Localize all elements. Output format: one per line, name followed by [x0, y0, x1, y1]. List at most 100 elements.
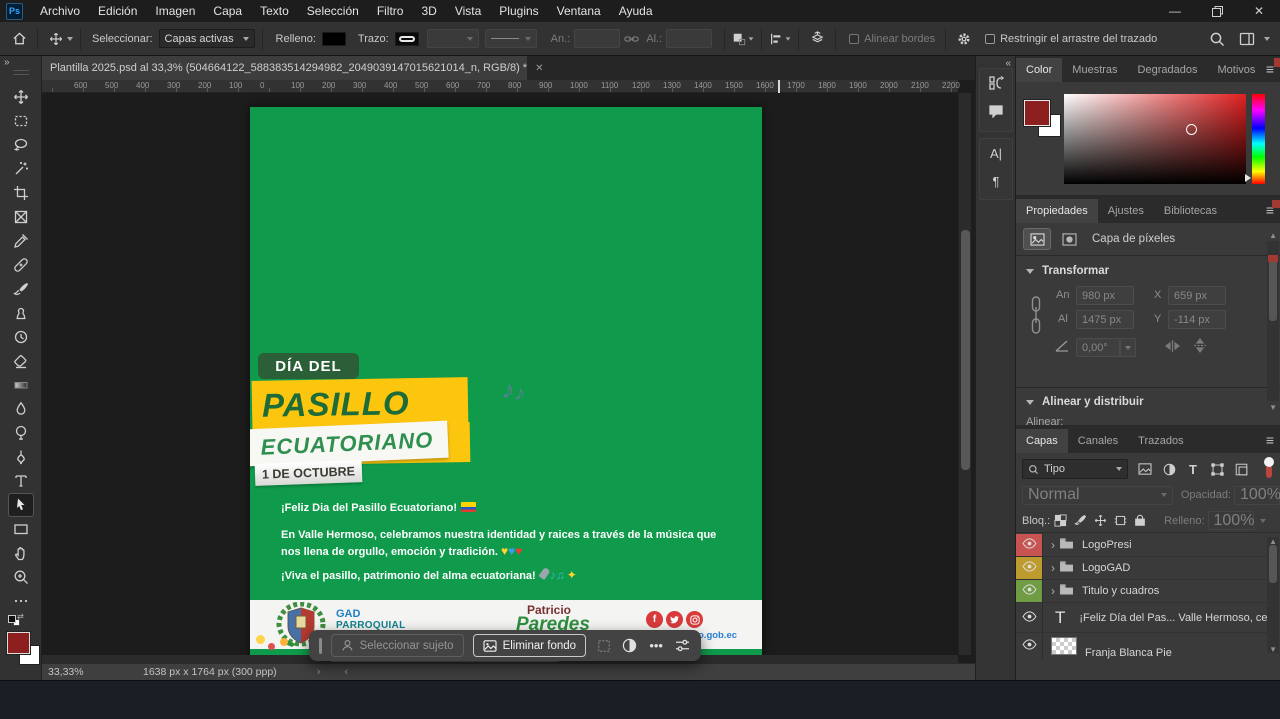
filter-smart-objects-icon[interactable]: [1230, 459, 1252, 479]
tab-muestras[interactable]: Muestras: [1062, 58, 1127, 82]
frame-tool[interactable]: [9, 206, 33, 228]
menu-3d[interactable]: 3D: [412, 4, 445, 18]
tab-propiedades[interactable]: Propiedades: [1016, 199, 1098, 223]
width-value[interactable]: 980 px: [1076, 286, 1134, 305]
layer-row[interactable]: › LogoGAD: [1016, 557, 1268, 580]
document-tab[interactable]: Plantilla 2025.psd al 33,3% (504664122_5…: [42, 56, 527, 80]
minimize-button[interactable]: —: [1154, 0, 1196, 22]
filter-adjustment-layers-icon[interactable]: [1158, 459, 1180, 479]
eyedropper-tool[interactable]: [9, 230, 33, 252]
brush-tool[interactable]: [9, 278, 33, 300]
layers-scrollbar[interactable]: [1267, 537, 1279, 653]
menu-capa[interactable]: Capa: [204, 4, 251, 18]
flip-horizontal-icon[interactable]: [1164, 339, 1181, 353]
hand-tool[interactable]: [9, 542, 33, 564]
tab-canales[interactable]: Canales: [1068, 429, 1128, 453]
stroke-width-dropdown[interactable]: [427, 29, 479, 48]
gear-icon[interactable]: [953, 28, 975, 50]
pixel-layer-icon[interactable]: [1024, 229, 1050, 249]
height-value[interactable]: 1475 px: [1076, 310, 1134, 329]
layer-row[interactable]: Franja Blanca Pie: [1016, 633, 1268, 659]
lasso-tool[interactable]: [9, 134, 33, 156]
flip-vertical-icon[interactable]: [1192, 337, 1208, 354]
tab-bibliotecas[interactable]: Bibliotecas: [1154, 199, 1227, 223]
gradient-tool[interactable]: [9, 374, 33, 396]
align-section-header[interactable]: Alinear y distribuir: [1016, 388, 1280, 408]
link-wh-icon[interactable]: [1030, 295, 1042, 335]
object-selection-tool[interactable]: [9, 158, 33, 180]
y-value[interactable]: -114 px: [1168, 310, 1226, 329]
color-cursor[interactable]: [1186, 124, 1197, 135]
path-arrangement-icon[interactable]: [806, 28, 828, 50]
menu-archivo[interactable]: Archivo: [31, 4, 89, 18]
character-panel-icon[interactable]: A|: [980, 139, 1012, 167]
menu-selección[interactable]: Selección: [298, 4, 368, 18]
hue-slider[interactable]: [1252, 94, 1265, 184]
tab-motivos[interactable]: Motivos: [1207, 58, 1265, 82]
tab-close-icon[interactable]: ✕: [535, 63, 543, 74]
workspace-caret-icon[interactable]: [1264, 37, 1270, 41]
visibility-toggle[interactable]: [1016, 633, 1043, 659]
toolbar-expand-icon[interactable]: »: [4, 57, 9, 68]
x-value[interactable]: 659 px: [1168, 286, 1226, 305]
menu-texto[interactable]: Texto: [251, 4, 298, 18]
hue-slider-marker[interactable]: [1245, 174, 1251, 182]
stroke-swatch[interactable]: [395, 32, 419, 46]
blend-mode-dropdown[interactable]: Normal: [1022, 486, 1173, 505]
color-field[interactable]: [1064, 94, 1246, 184]
menu-edición[interactable]: Edición: [89, 4, 146, 18]
move-tool-preset-icon[interactable]: [45, 28, 67, 50]
canvas-vertical-scrollbar[interactable]: [958, 93, 971, 655]
tab-degradados[interactable]: Degradados: [1128, 58, 1208, 82]
marquee-tool[interactable]: [9, 110, 33, 132]
search-icon[interactable]: [1206, 28, 1228, 50]
eraser-tool[interactable]: [9, 350, 33, 372]
height-input[interactable]: [666, 29, 712, 48]
menu-ventana[interactable]: Ventana: [548, 4, 610, 18]
visibility-toggle[interactable]: [1016, 580, 1043, 602]
layer-filter-dropdown[interactable]: Tipo: [1022, 459, 1128, 479]
scroll-up-icon[interactable]: ▲: [1269, 231, 1277, 240]
comments-icon[interactable]: [980, 97, 1012, 125]
select-mode-dropdown[interactable]: Capas activas: [159, 29, 255, 48]
workspace-switcher-icon[interactable]: [1236, 28, 1258, 50]
panel-menu-icon[interactable]: ≡: [1266, 61, 1274, 77]
angle-caret[interactable]: [1120, 338, 1136, 357]
history-brush-tool[interactable]: [9, 326, 33, 348]
visibility-toggle[interactable]: [1016, 534, 1043, 556]
lock-artboard-icon[interactable]: [1110, 511, 1130, 531]
lock-transparent-icon[interactable]: [1050, 511, 1070, 531]
opacity-input[interactable]: 100%: [1234, 486, 1280, 505]
mask-icon[interactable]: [1056, 229, 1082, 249]
dodge-tool[interactable]: [9, 422, 33, 444]
clone-stamp-tool[interactable]: [9, 302, 33, 324]
path-operations-icon[interactable]: [732, 28, 754, 50]
properties-sliders-icon[interactable]: [674, 639, 691, 652]
more-options-icon[interactable]: •••: [648, 638, 665, 653]
lock-pixels-icon[interactable]: [1070, 511, 1090, 531]
filter-type-layers-icon[interactable]: T: [1182, 459, 1204, 479]
path-alignment-icon[interactable]: [769, 28, 791, 50]
align-edges-checkbox[interactable]: [849, 34, 859, 44]
blur-tool[interactable]: [9, 398, 33, 420]
adjustments-icon[interactable]: [621, 638, 638, 653]
rectangle-tool[interactable]: [9, 518, 33, 540]
filter-shape-layers-icon[interactable]: [1206, 459, 1228, 479]
tab-color[interactable]: Color: [1016, 58, 1062, 82]
tab-ajustes[interactable]: Ajustes: [1098, 199, 1154, 223]
more-tools[interactable]: [9, 590, 33, 612]
paragraph-panel-icon[interactable]: ¶: [980, 167, 1012, 195]
select-subject-button[interactable]: Seleccionar sujeto: [331, 634, 464, 657]
lock-all-icon[interactable]: [1130, 511, 1150, 531]
taskbar-drag-handle[interactable]: [319, 638, 322, 654]
tool-preset-caret-icon[interactable]: [67, 37, 73, 41]
menu-ayuda[interactable]: Ayuda: [610, 4, 662, 18]
group-expand-icon[interactable]: ›: [1051, 561, 1055, 575]
link-dimensions-icon[interactable]: [620, 28, 642, 50]
layer-row[interactable]: › LogoPresi: [1016, 534, 1268, 557]
menu-vista[interactable]: Vista: [446, 4, 490, 18]
type-tool[interactable]: [9, 470, 33, 492]
transform-icon[interactable]: [595, 639, 612, 653]
horizontal-ruler[interactable]: 6005004003002001000100200300400500600700…: [42, 80, 958, 93]
angle-value[interactable]: 0,00°: [1076, 338, 1120, 357]
